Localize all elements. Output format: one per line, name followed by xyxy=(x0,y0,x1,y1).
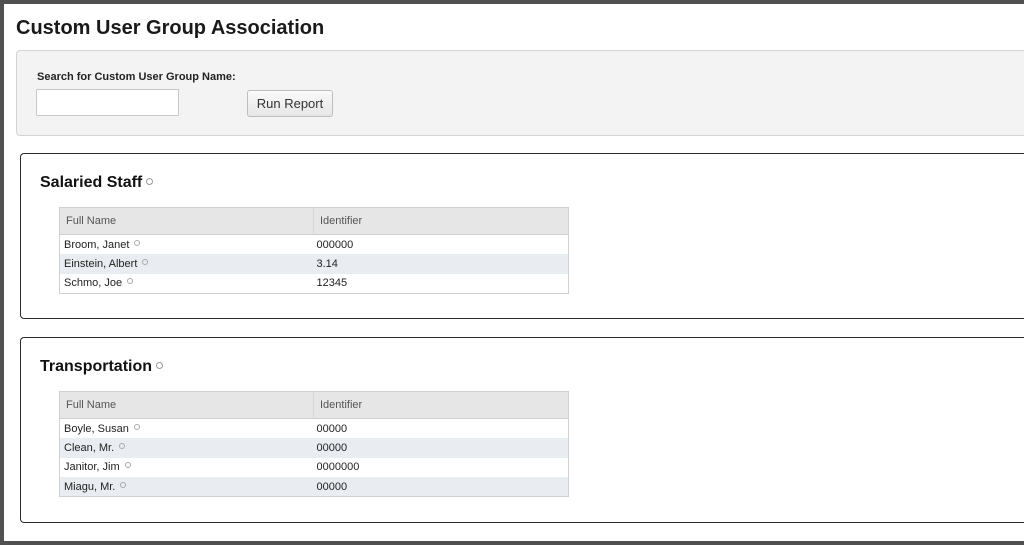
cell-identifier: 3.14 xyxy=(313,254,569,274)
group-title: Transportation xyxy=(40,358,164,376)
members-table: Full Name Identifier Broom, Janet 000000… xyxy=(59,207,569,294)
cell-full-name: Boyle, Susan xyxy=(59,418,314,438)
info-circle-icon[interactable] xyxy=(119,442,126,449)
info-circle-icon[interactable] xyxy=(124,462,131,469)
cell-identifier: 00000 xyxy=(313,477,569,497)
member-name: Schmo, Joe xyxy=(64,277,123,289)
info-circle-icon[interactable] xyxy=(134,239,141,246)
cell-full-name: Schmo, Joe xyxy=(59,273,314,293)
info-circle-icon[interactable] xyxy=(142,258,149,265)
member-name: Einstein, Albert xyxy=(64,257,138,270)
search-label: Search for Custom User Group Name: xyxy=(37,71,236,83)
cell-identifier: 00000 xyxy=(313,438,569,458)
table-row: Einstein, Albert 3.14 xyxy=(59,254,569,274)
cell-identifier: 12345 xyxy=(313,273,569,293)
column-header-full-name[interactable]: Full Name xyxy=(59,391,314,419)
table-row: Schmo, Joe 12345 xyxy=(59,273,569,293)
cell-full-name: Clean, Mr. xyxy=(59,438,314,458)
info-circle-icon[interactable] xyxy=(156,362,164,370)
page-title: Custom User Group Association xyxy=(16,17,325,39)
cell-identifier: 000000 xyxy=(313,234,569,254)
info-circle-icon[interactable] xyxy=(120,481,127,488)
table-row: Miagu, Mr. 00000 xyxy=(59,477,569,497)
group-title: Salaried Staff xyxy=(40,174,154,192)
group-panel-salaried-staff: Salaried Staff Full Name Identifier Broo… xyxy=(20,153,1024,319)
table-header-row: Full Name Identifier xyxy=(59,391,569,419)
table-header-row: Full Name Identifier xyxy=(59,207,569,235)
cell-full-name: Janitor, Jim xyxy=(59,457,314,477)
cell-full-name: Einstein, Albert xyxy=(59,254,314,274)
column-header-identifier[interactable]: Identifier xyxy=(313,391,569,419)
members-table: Full Name Identifier Boyle, Susan 00000 … xyxy=(59,391,569,497)
table-row: Janitor, Jim 0000000 xyxy=(59,457,569,477)
table-row: Clean, Mr. 00000 xyxy=(59,438,569,458)
info-circle-icon[interactable] xyxy=(133,423,140,430)
group-title-text: Salaried Staff xyxy=(40,174,143,191)
group-title-text: Transportation xyxy=(40,358,153,375)
table-row: Broom, Janet 000000 xyxy=(59,234,569,254)
table-row: Boyle, Susan 00000 xyxy=(59,418,569,438)
member-name: Broom, Janet xyxy=(64,238,130,251)
cell-identifier: 0000000 xyxy=(313,457,569,477)
group-panel-transportation: Transportation Full Name Identifier Boyl… xyxy=(20,337,1024,523)
member-name: Miagu, Mr. xyxy=(64,480,116,493)
column-header-identifier[interactable]: Identifier xyxy=(313,207,569,235)
member-name: Boyle, Susan xyxy=(64,422,129,435)
member-name: Janitor, Jim xyxy=(64,461,120,474)
column-header-full-name[interactable]: Full Name xyxy=(59,207,314,235)
member-name: Clean, Mr. xyxy=(64,441,115,454)
info-circle-icon[interactable] xyxy=(146,178,154,186)
search-panel: Search for Custom User Group Name: Run R… xyxy=(16,50,1024,136)
group-name-search-input[interactable] xyxy=(36,89,179,116)
cell-full-name: Miagu, Mr. xyxy=(59,477,314,497)
info-circle-icon[interactable] xyxy=(127,278,134,284)
cell-identifier: 00000 xyxy=(313,418,569,438)
run-report-button[interactable]: Run Report xyxy=(247,90,333,117)
cell-full-name: Broom, Janet xyxy=(59,234,314,254)
